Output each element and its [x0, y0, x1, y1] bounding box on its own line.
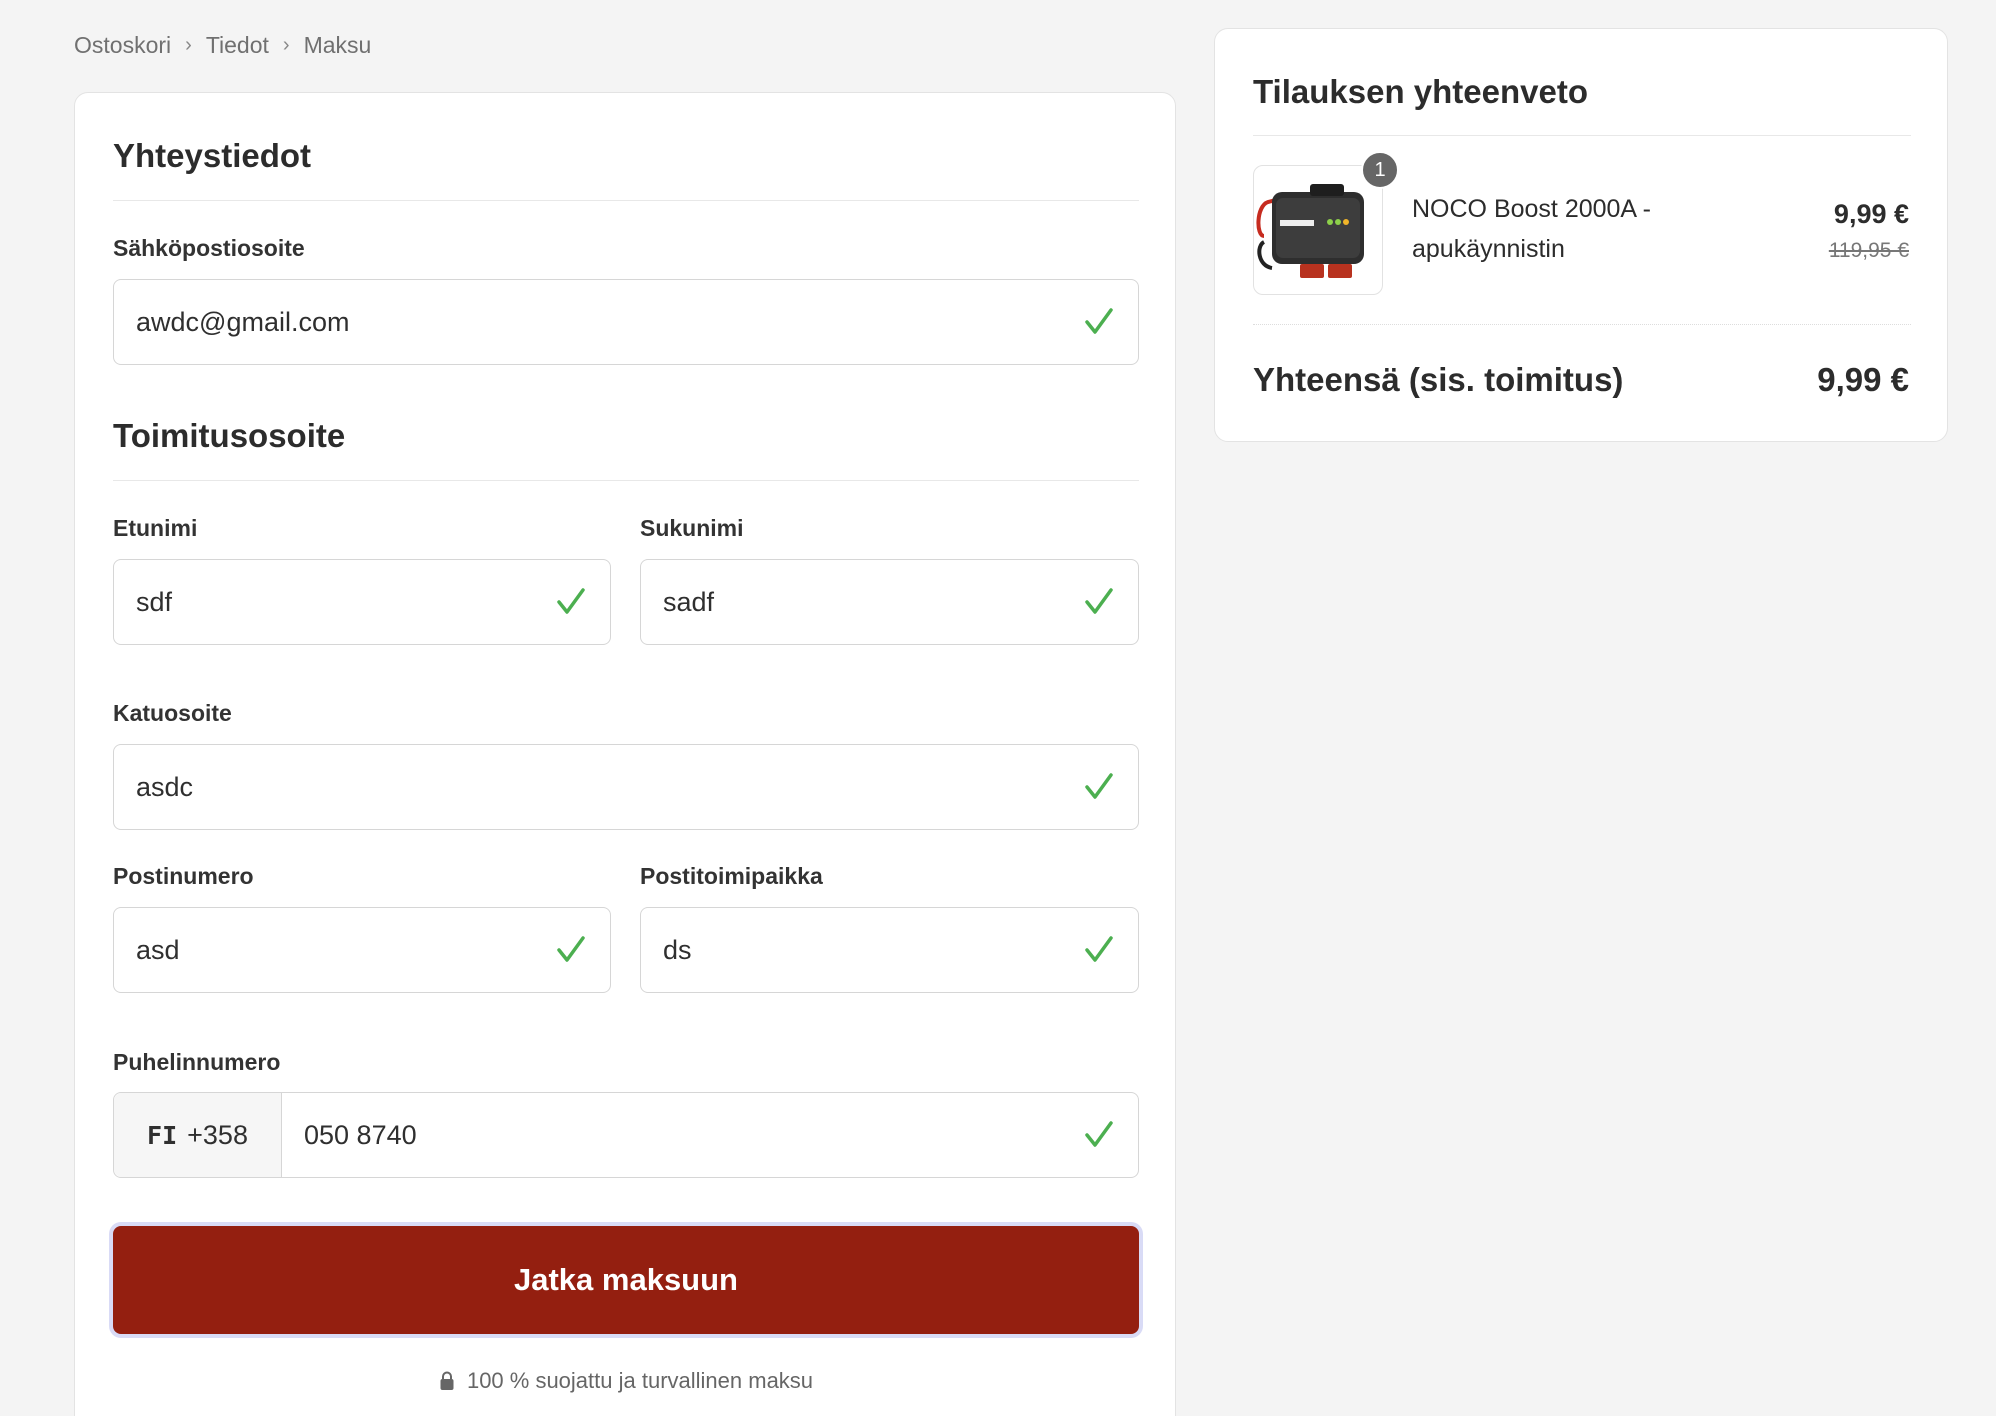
email-label: Sähköpostiosoite — [113, 235, 305, 261]
last-name-label: Sukunimi — [640, 515, 744, 541]
order-summary: Tilauksen yhteenveto 1 NOCO Boost 2000A … — [1214, 28, 1948, 442]
divider — [1253, 135, 1911, 136]
divider — [113, 480, 1139, 481]
dial-code: +358 — [187, 1119, 248, 1150]
product-old-price: 119,95 € — [1828, 239, 1909, 262]
total-value: 9,99 € — [1817, 361, 1909, 398]
phone-country-selector[interactable]: FI +358 — [114, 1093, 282, 1177]
city-value[interactable]: ds — [641, 935, 1082, 966]
quantity-badge: 1 — [1361, 151, 1399, 189]
total-label: Yhteensä (sis. toimitus) — [1253, 361, 1624, 398]
street-value[interactable]: asdc — [114, 772, 1082, 803]
street-label: Katuosoite — [113, 700, 232, 726]
chevron-right-icon: › — [282, 34, 290, 56]
breadcrumb-details[interactable]: Tiedot — [206, 32, 269, 59]
summary-title: Tilauksen yhteenveto — [1253, 73, 1589, 110]
checkout-form: Yhteystiedot Sähköpostiosoite awdc@gmail… — [74, 92, 1176, 1416]
checkmark-icon — [1085, 308, 1113, 334]
breadcrumb-cart[interactable]: Ostoskori — [74, 32, 171, 59]
postal-code-value[interactable]: asd — [114, 935, 554, 966]
checkmark-icon — [1085, 588, 1113, 614]
chevron-right-icon: › — [185, 34, 192, 56]
city-field[interactable]: ds — [640, 907, 1139, 993]
secure-payment-note: 100 % suojattu ja turvallinen maksu — [75, 1368, 1177, 1394]
last-name-value[interactable]: sadf — [641, 587, 1082, 618]
email-field[interactable]: awdc@gmail.com — [113, 279, 1139, 365]
secure-note-text: 100 % suojattu ja turvallinen maksu — [466, 1368, 814, 1393]
contact-section-title: Yhteystiedot — [113, 137, 312, 174]
lock-icon — [440, 1371, 454, 1390]
phone-label: Puhelinnumero — [113, 1049, 281, 1075]
country-code: FI — [147, 1120, 178, 1150]
first-name-value[interactable]: sdf — [114, 587, 554, 618]
product-price: 9,99 € — [1833, 199, 1909, 229]
postal-code-label: Postinumero — [113, 863, 254, 889]
divider — [113, 200, 1139, 201]
checkmark-icon — [1085, 936, 1113, 962]
last-name-field[interactable]: sadf — [640, 559, 1139, 645]
postal-code-field[interactable]: asd — [113, 907, 611, 993]
breadcrumb: Ostoskori › Tiedot › Maksu — [74, 32, 371, 59]
phone-field[interactable]: FI +358 050 8740 — [113, 1092, 1139, 1178]
first-name-field[interactable]: sdf — [113, 559, 611, 645]
first-name-label: Etunimi — [113, 515, 198, 541]
divider — [1253, 324, 1911, 325]
email-value[interactable]: awdc@gmail.com — [114, 307, 1082, 338]
checkmark-icon — [557, 588, 585, 614]
product-name-line-2: apukäynnistin — [1412, 235, 1565, 263]
breadcrumb-payment[interactable]: Maksu — [304, 32, 372, 59]
product-image — [1253, 165, 1383, 295]
shipping-section-title: Toimitusosoite — [113, 417, 346, 454]
city-label: Postitoimipaikka — [640, 863, 823, 889]
checkmark-icon — [1085, 773, 1113, 799]
checkmark-icon — [557, 936, 585, 962]
product-name: NOCO Boost 2000A - apukäynnistin — [1412, 189, 1712, 269]
continue-to-payment-button[interactable]: Jatka maksuun — [113, 1226, 1139, 1334]
street-field[interactable]: asdc — [113, 744, 1139, 830]
checkmark-icon — [1085, 1121, 1113, 1147]
jump-starter-image — [1256, 184, 1364, 278]
product-name-line-1: NOCO Boost 2000A - — [1412, 195, 1652, 223]
phone-value[interactable]: 050 8740 — [282, 1120, 1082, 1151]
